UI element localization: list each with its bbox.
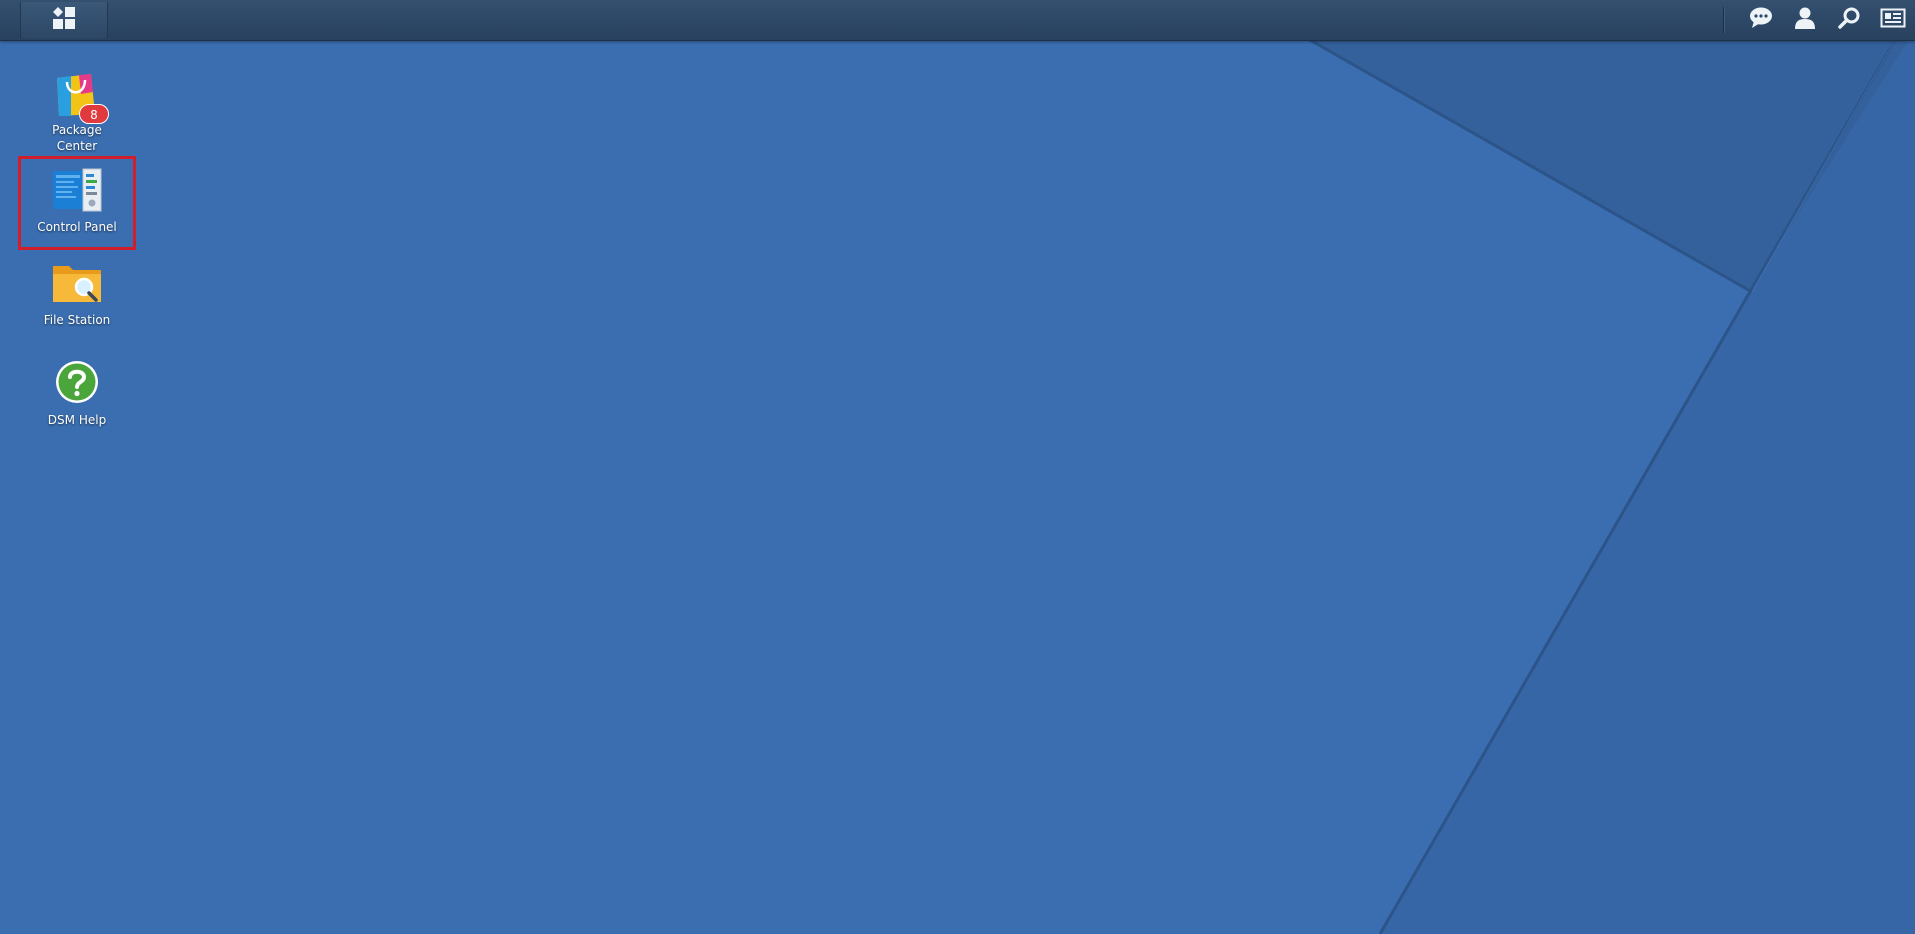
widgets-button[interactable] bbox=[1871, 0, 1915, 40]
search-button[interactable] bbox=[1827, 0, 1871, 40]
wallpaper bbox=[0, 0, 1915, 934]
file-station-shortcut[interactable]: File Station bbox=[18, 256, 136, 350]
package-center-icon: 8 bbox=[51, 68, 109, 124]
package-center-label-line2: Center bbox=[56, 139, 98, 153]
user-icon bbox=[1793, 6, 1817, 34]
main-menu-button[interactable] bbox=[20, 2, 108, 38]
search-icon bbox=[1837, 6, 1861, 34]
user-options-button[interactable] bbox=[1783, 0, 1827, 40]
help-icon bbox=[51, 358, 103, 410]
dsm-help-label: DSM Help bbox=[47, 413, 107, 427]
system-tray bbox=[1723, 0, 1915, 40]
control-panel-label: Control Panel bbox=[37, 220, 117, 234]
control-panel-icon bbox=[51, 167, 103, 219]
widgets-icon bbox=[1880, 7, 1906, 33]
package-center-shortcut[interactable]: 8 Package Center bbox=[18, 64, 136, 158]
package-center-label: Package Center bbox=[18, 122, 136, 154]
apps-grid-icon bbox=[52, 6, 76, 34]
notifications-button[interactable] bbox=[1739, 0, 1783, 40]
notification-badge: 8 bbox=[79, 104, 109, 124]
taskbar bbox=[0, 0, 1915, 41]
chat-bubble-icon bbox=[1748, 6, 1774, 34]
file-station-icon bbox=[51, 260, 103, 312]
file-station-label: File Station bbox=[43, 313, 111, 327]
control-panel-shortcut[interactable]: Control Panel bbox=[18, 156, 136, 250]
tray-divider bbox=[1723, 7, 1725, 33]
package-center-label-line1: Package bbox=[52, 123, 102, 137]
dsm-help-shortcut[interactable]: DSM Help bbox=[18, 356, 136, 450]
desktop[interactable]: 8 Package Center Control Panel File Stat… bbox=[0, 0, 1915, 934]
